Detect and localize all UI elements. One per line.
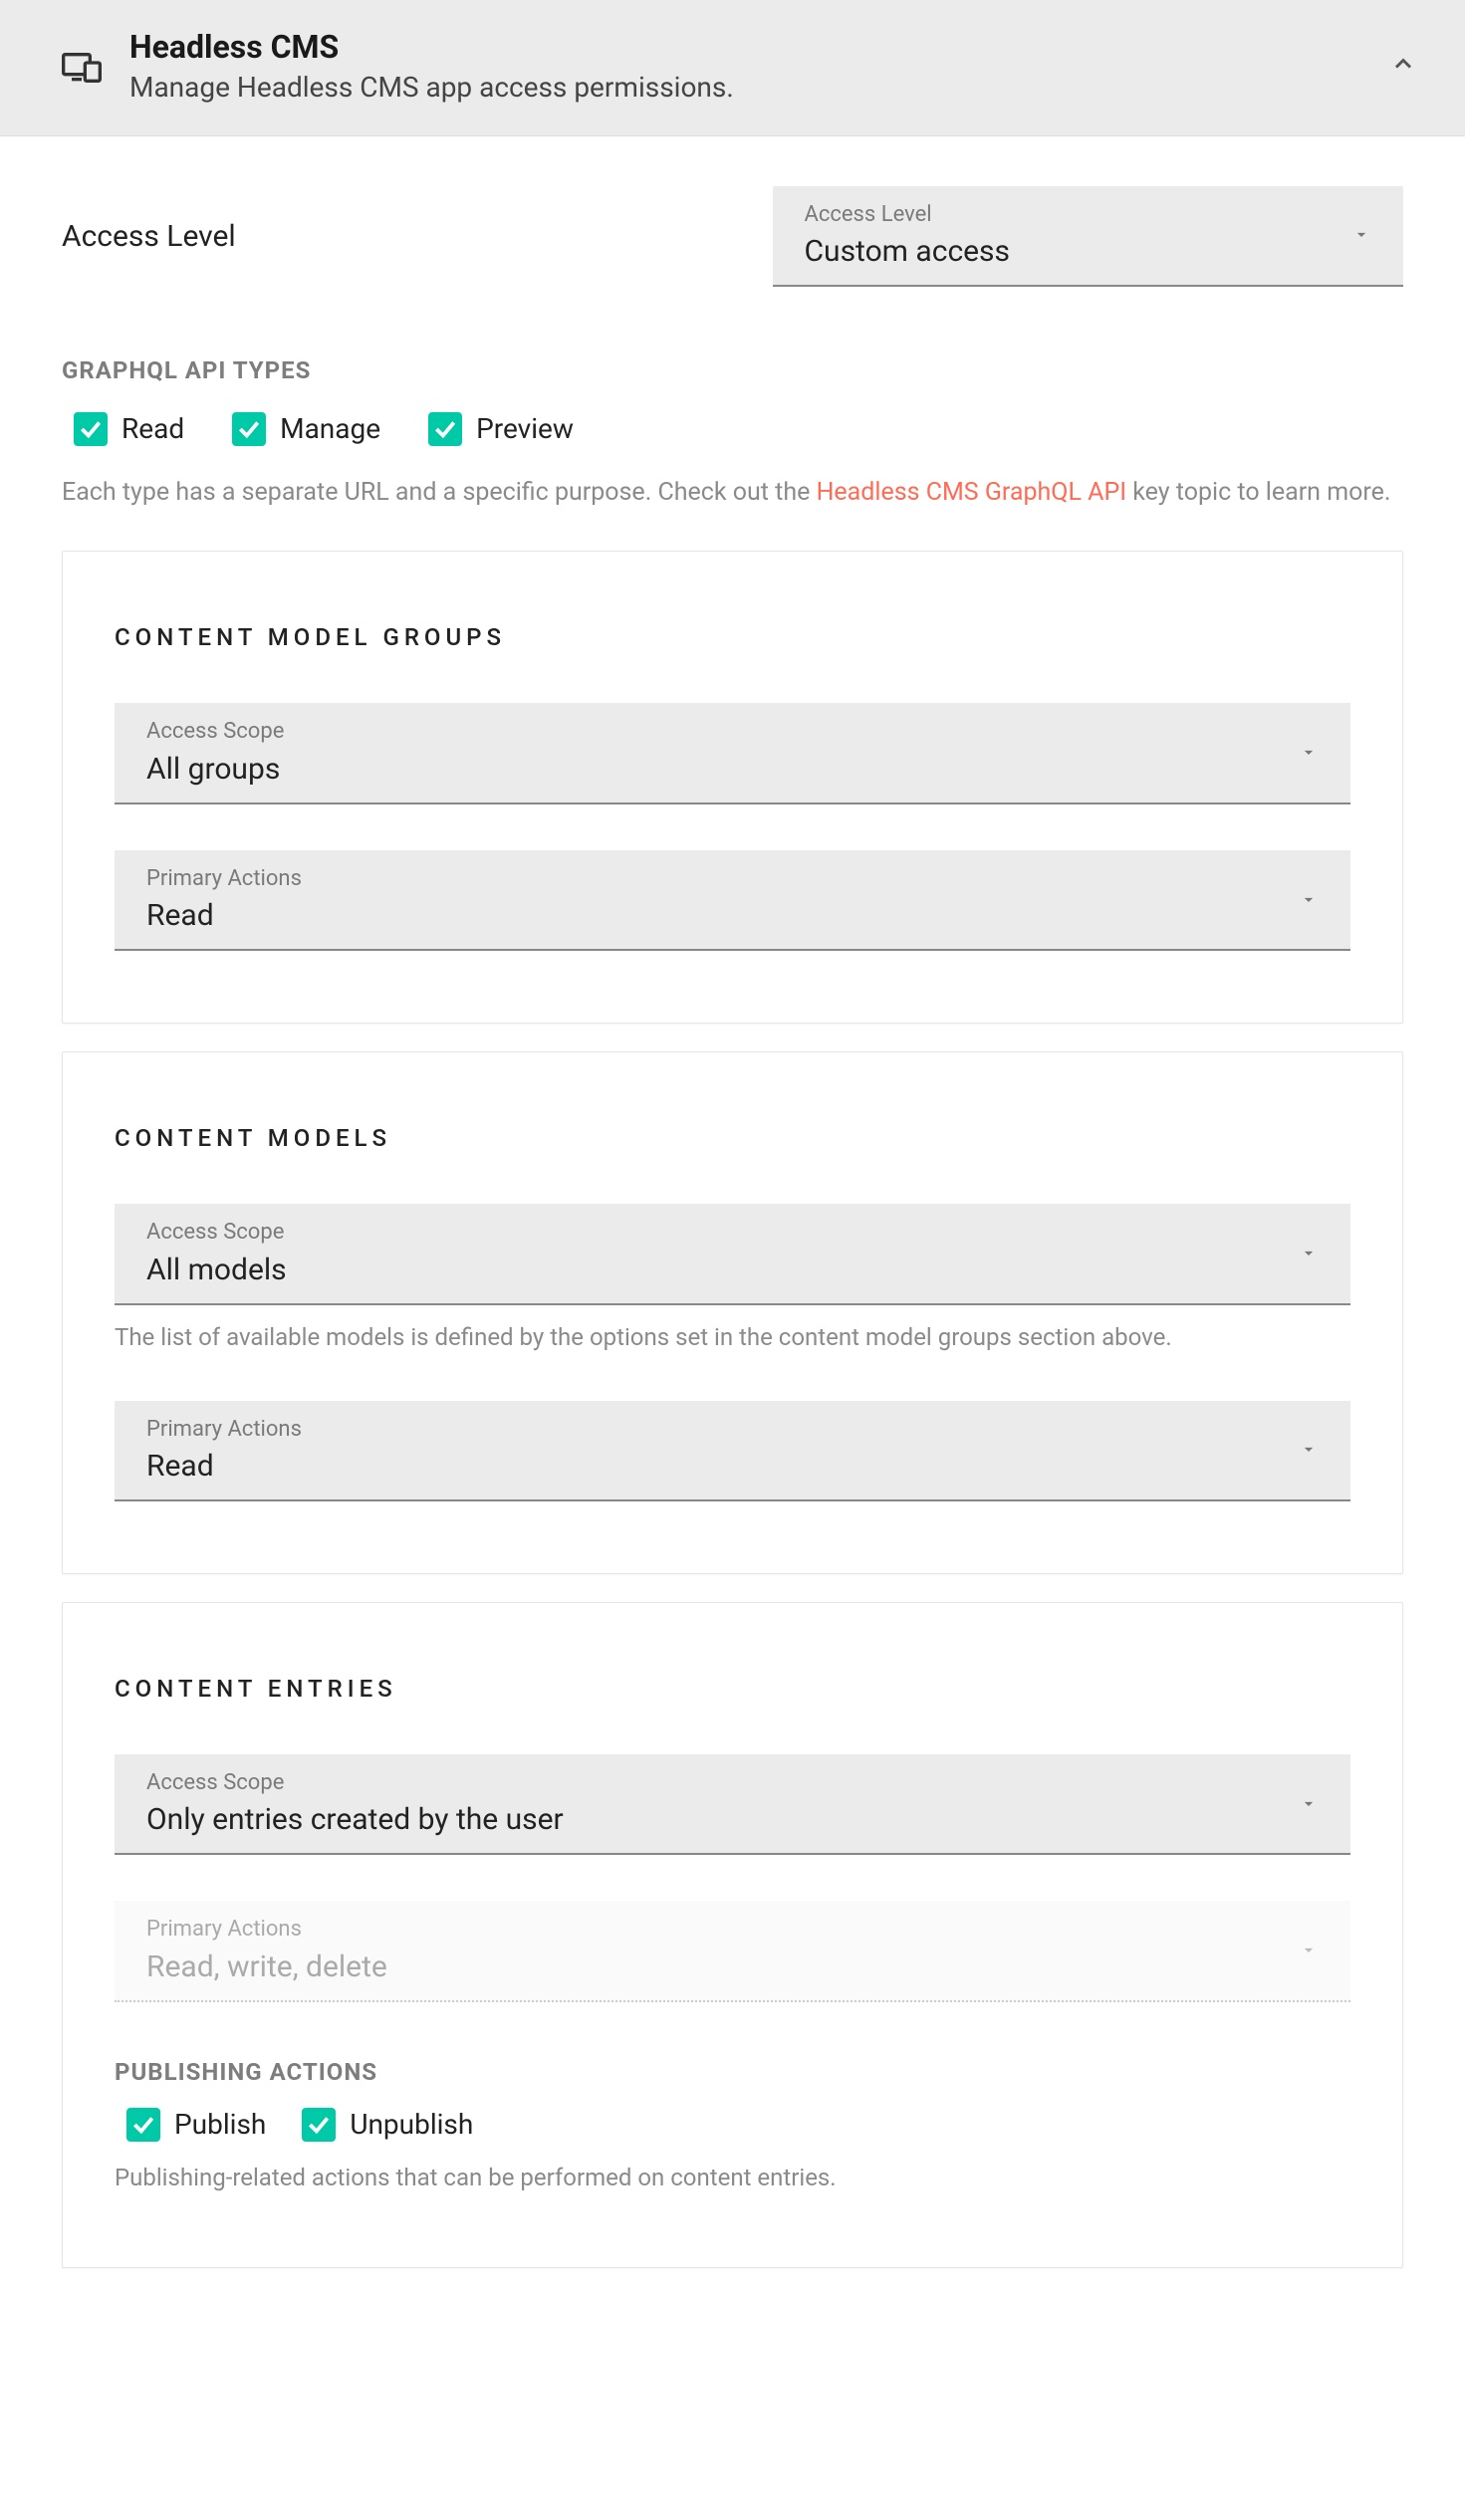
content-model-groups-card: Content Model Groups Access Scope All gr… [62, 551, 1403, 1024]
select-label: Primary Actions [146, 866, 1319, 892]
card-heading: Content Model Groups [115, 623, 1350, 651]
select-label: Access Scope [146, 719, 1319, 745]
header-subtitle: Manage Headless CMS app access permissio… [129, 68, 1361, 107]
select-value: Only entries created by the user [146, 1800, 1319, 1839]
check-icon [428, 412, 462, 446]
collapse-icon[interactable] [1389, 50, 1417, 85]
content-entries-card: Content Entries Access Scope Only entrie… [62, 1602, 1403, 2268]
groups-scope-select[interactable]: Access Scope All groups [115, 703, 1350, 803]
graphql-help: Each type has a separate URL and a speci… [62, 474, 1403, 512]
checkbox-label: Unpublish [350, 2108, 473, 2141]
header-title: Headless CMS [129, 28, 1361, 66]
checkbox-label: Manage [280, 412, 380, 445]
checkbox-publish[interactable]: Publish [126, 2108, 266, 2142]
graphql-heading: GraphQL API Types [62, 356, 1403, 384]
chevron-down-icon [1299, 1787, 1319, 1820]
access-level-section: Access Level Access Level Custom access [0, 156, 1465, 317]
models-help: The list of available models is defined … [115, 1319, 1350, 1355]
content-models-card: Content Models Access Scope All models T… [62, 1051, 1403, 1574]
select-value: Custom access [805, 232, 1372, 271]
app-header: Headless CMS Manage Headless CMS app acc… [0, 0, 1465, 136]
checkbox-unpublish[interactable]: Unpublish [302, 2108, 473, 2142]
chevron-down-icon [1299, 737, 1319, 770]
models-actions-select[interactable]: Primary Actions Read [115, 1401, 1350, 1501]
checkbox-read[interactable]: Read [74, 412, 184, 446]
checkbox-manage[interactable]: Manage [232, 412, 380, 446]
card-heading: Content Entries [115, 1675, 1350, 1703]
card-heading: Content Models [115, 1124, 1350, 1152]
entries-scope-select[interactable]: Access Scope Only entries created by the… [115, 1754, 1350, 1855]
graphql-section: GraphQL API Types Read Manage Preview Ea… [0, 317, 1465, 552]
select-label: Access Scope [146, 1220, 1319, 1246]
checkbox-preview[interactable]: Preview [428, 412, 574, 446]
graphql-api-link[interactable]: Headless CMS GraphQL API [817, 478, 1126, 507]
check-icon [232, 412, 266, 446]
check-icon [74, 412, 108, 446]
select-value: All models [146, 1251, 1319, 1289]
devices-icon [62, 53, 102, 83]
publishing-heading: Publishing Actions [115, 2058, 1350, 2086]
select-label: Access Scope [146, 1770, 1319, 1796]
chevron-down-icon [1299, 1237, 1319, 1269]
select-label: Primary Actions [146, 1417, 1319, 1443]
check-icon [302, 2108, 336, 2142]
select-label: Access Level [805, 202, 1372, 228]
chevron-down-icon [1299, 883, 1319, 916]
checkbox-label: Read [122, 412, 184, 445]
checkbox-label: Publish [174, 2108, 266, 2141]
access-level-select[interactable]: Access Level Custom access [773, 186, 1404, 287]
check-icon [126, 2108, 160, 2142]
select-value: Read [146, 1447, 1319, 1486]
select-value: Read [146, 896, 1319, 935]
entries-actions-select[interactable]: Primary Actions Read, write, delete [115, 1901, 1350, 2001]
access-level-label: Access Level [62, 219, 733, 254]
help-text: Each type has a separate URL and a speci… [62, 478, 817, 507]
chevron-down-icon [1299, 1935, 1319, 1967]
chevron-down-icon [1299, 1434, 1319, 1467]
select-value: Read, write, delete [146, 1947, 1319, 1986]
models-scope-select[interactable]: Access Scope All models [115, 1204, 1350, 1304]
chevron-down-icon [1351, 219, 1371, 252]
checkbox-label: Preview [476, 412, 574, 445]
groups-actions-select[interactable]: Primary Actions Read [115, 850, 1350, 951]
select-label: Primary Actions [146, 1917, 1319, 1943]
publishing-help: Publishing-related actions that can be p… [115, 2160, 1350, 2195]
select-value: All groups [146, 750, 1319, 789]
help-text: key topic to learn more. [1126, 478, 1390, 507]
